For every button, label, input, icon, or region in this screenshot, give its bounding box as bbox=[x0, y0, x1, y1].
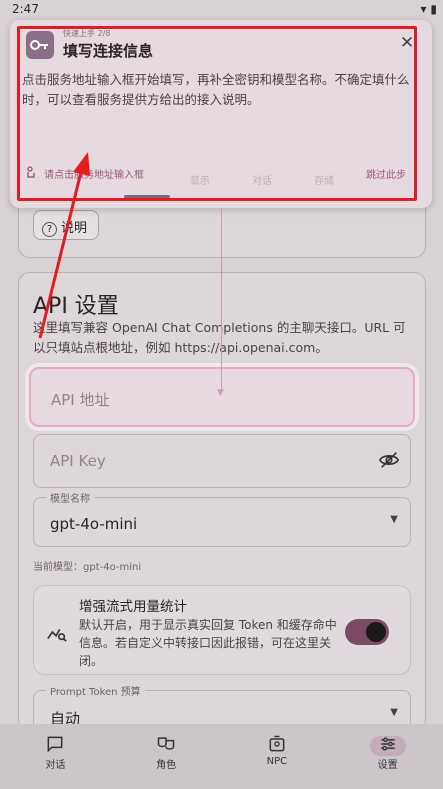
nav-item-settings[interactable]: 设置 bbox=[332, 724, 443, 789]
npc-icon bbox=[269, 735, 285, 751]
current-model-text: 当前模型：gpt-4o-mini bbox=[33, 562, 142, 573]
api-settings-description: 这里填写兼容 OpenAI Chat Completions 的主聊天接口。UR… bbox=[33, 320, 406, 355]
status-icons: ▾ ▮ bbox=[420, 2, 437, 16]
stream-usage-title: 增强流式用量统计 bbox=[79, 599, 187, 615]
chart-search-icon bbox=[47, 628, 67, 642]
api-key-input[interactable]: API Key bbox=[33, 434, 411, 488]
masks-icon bbox=[157, 736, 175, 750]
bottom-navigation: 对话 角色 NPC 设置 bbox=[0, 724, 443, 789]
annotation-highlight-box bbox=[17, 26, 417, 201]
api-url-placeholder: API 地址 bbox=[51, 391, 110, 409]
settings-sliders-icon bbox=[380, 737, 395, 750]
eye-off-icon[interactable] bbox=[378, 449, 400, 471]
settings-screen: 2:47 ▾ ▮ ⌕ 搜索 ?说明 API 设置 这里填写兼容 OpenAI C… bbox=[0, 0, 443, 789]
nav-label: 对话 bbox=[45, 760, 66, 771]
model-select[interactable]: 模型名称 gpt-4o-mini ▼ bbox=[33, 490, 411, 547]
toggle-knob bbox=[366, 622, 386, 642]
nav-item-chat[interactable]: 对话 bbox=[0, 724, 111, 789]
nav-item-npc[interactable]: NPC bbox=[222, 724, 333, 789]
nav-item-characters[interactable]: 角色 bbox=[111, 724, 222, 789]
guide-connector-line bbox=[221, 208, 222, 393]
status-time: 2:47 bbox=[12, 2, 39, 16]
prompt-token-label: Prompt Token 预算 bbox=[46, 683, 145, 698]
dropdown-arrow-icon: ▼ bbox=[390, 707, 398, 718]
chat-icon bbox=[47, 736, 63, 752]
stream-usage-description: 默认开启，用于显示真实回复 Token 和缓存命中信息。若自定义中转接口因此报错… bbox=[79, 618, 337, 668]
model-value: gpt-4o-mini bbox=[50, 515, 138, 533]
question-icon: ? bbox=[42, 222, 57, 237]
api-settings-title: API 设置 bbox=[33, 294, 119, 319]
help-label: 说明 bbox=[61, 221, 88, 236]
nav-label: 角色 bbox=[156, 760, 177, 771]
stream-usage-card: 增强流式用量统计 默认开启，用于显示真实回复 Token 和缓存命中信息。若自定… bbox=[33, 585, 411, 675]
nav-label: 设置 bbox=[377, 760, 398, 771]
api-key-placeholder: API Key bbox=[50, 452, 106, 470]
status-bar: 2:47 ▾ ▮ bbox=[0, 0, 443, 18]
dropdown-arrow-icon: ▼ bbox=[390, 514, 398, 525]
model-label: 模型名称 bbox=[46, 490, 94, 505]
nav-label: NPC bbox=[266, 756, 288, 767]
help-button[interactable]: ? 说明 bbox=[33, 210, 99, 240]
connector-arrow-icon: ▼ bbox=[217, 388, 224, 398]
stream-usage-toggle[interactable] bbox=[345, 619, 389, 645]
